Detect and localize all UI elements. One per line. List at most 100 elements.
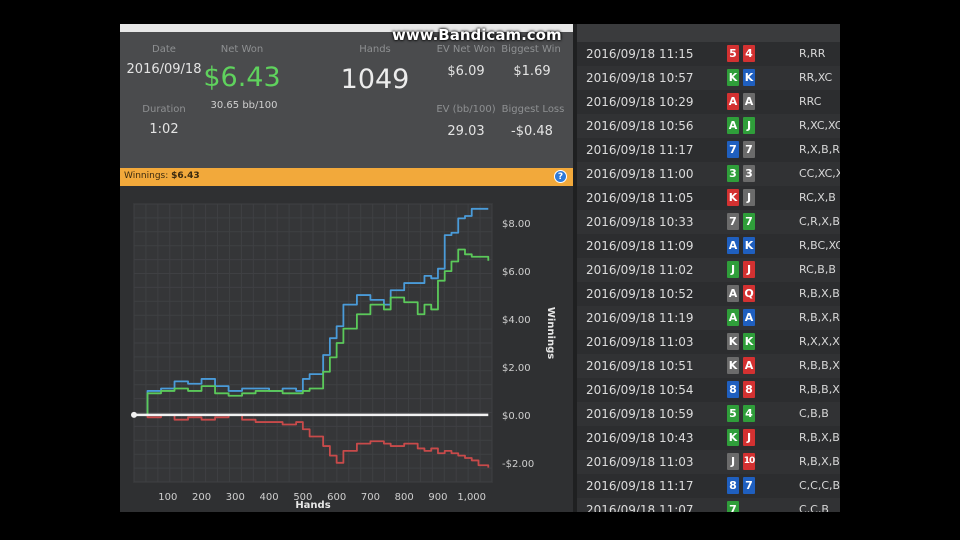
- net-won-label: Net Won: [220, 44, 264, 55]
- ev-net-won-label: EV Net Won: [436, 44, 496, 55]
- winnings-label-group: Winnings: $6.43: [124, 171, 200, 181]
- hand-date: 2016/09/18 11:00: [586, 167, 694, 181]
- hand-action: R,BC,XC: [799, 239, 840, 252]
- hand-row[interactable]: 2016/09/18 10:54 8 8 R,B,B,X: [577, 378, 840, 402]
- hand-date: 2016/09/18 10:59: [586, 407, 694, 421]
- hole-card-2: J: [743, 261, 755, 278]
- hand-date: 2016/09/18 11:07: [586, 503, 694, 512]
- hand-action: RC,B,B: [799, 263, 836, 276]
- winnings-graph-panel: 100 200 300 400 500 600 700 800 900 1,000 -$2.00 $0…: [120, 186, 573, 512]
- x-tick-label: 200: [192, 492, 211, 503]
- hole-card-2: A: [743, 93, 755, 110]
- hand-row[interactable]: 2016/09/18 10:57 K K RR,XC: [577, 66, 840, 90]
- hand-action: R,B,B,X: [799, 359, 840, 372]
- biggest-win-value: $1.69: [513, 64, 551, 79]
- hole-card-2: 3: [743, 165, 755, 182]
- bandicam-watermark: www.Bandicam.com: [392, 26, 562, 44]
- hole-card-2: Q: [743, 285, 755, 302]
- x-tick-label: 400: [260, 492, 279, 503]
- x-tick-label: 800: [395, 492, 414, 503]
- hand-action: R,B,X,B: [799, 287, 840, 300]
- date-label: Date: [152, 44, 176, 55]
- session-stats-panel: Date 2016/09/18 Duration 1:02 Net Won $6…: [120, 32, 573, 168]
- hand-row[interactable]: 2016/09/18 10:59 5 4 C,B,B: [577, 402, 840, 426]
- hand-action: C,B,B: [799, 407, 829, 420]
- origin-marker: [131, 411, 137, 418]
- hand-row[interactable]: 2016/09/18 10:51 K A R,B,B,X: [577, 354, 840, 378]
- hand-row[interactable]: 2016/09/18 10:52 A Q R,B,X,B: [577, 282, 840, 306]
- hole-card-2: 4: [743, 405, 755, 422]
- hands-label: Hands: [359, 44, 391, 55]
- hand-date: 2016/09/18 11:05: [586, 191, 694, 205]
- hand-date: 2016/09/18 11:03: [586, 455, 694, 469]
- hand-row[interactable]: 2016/09/18 11:17 8 7 C,C,C,B: [577, 474, 840, 498]
- biggest-loss-label: Biggest Loss: [501, 104, 565, 115]
- hand-date: 2016/09/18 10:51: [586, 359, 694, 373]
- y-tick-label: $0.00: [502, 411, 531, 422]
- hole-card-1: K: [727, 429, 739, 446]
- hole-card-1: K: [727, 333, 739, 350]
- hole-card-2: A: [743, 357, 755, 374]
- hand-date: 2016/09/18 10:56: [586, 119, 694, 133]
- hand-row[interactable]: 2016/09/18 10:33 7 7 C,R,X,B: [577, 210, 840, 234]
- hole-card-1: 5: [727, 405, 739, 422]
- hand-row[interactable]: 2016/09/18 10:56 A J R,XC,XC: [577, 114, 840, 138]
- hand-date: 2016/09/18 10:54: [586, 383, 694, 397]
- hand-action: R,X,X,X: [799, 335, 840, 348]
- hole-card-1: 5: [727, 45, 739, 62]
- hole-card-2: J: [743, 189, 755, 206]
- y-tick-label: $4.00: [502, 315, 531, 326]
- hands-list-header: [573, 24, 840, 42]
- hole-card-2: K: [743, 237, 755, 254]
- hand-row[interactable]: 2016/09/18 11:17 7 7 R,X,B,R: [577, 138, 840, 162]
- hole-card-1: 7: [727, 141, 739, 158]
- x-tick-label: 1,000: [457, 492, 486, 503]
- hole-card-1: 7: [727, 213, 739, 230]
- hand-row[interactable]: 2016/09/18 11:05 K J RC,X,B: [577, 186, 840, 210]
- hand-action: RR,XC: [799, 71, 833, 84]
- hand-row[interactable]: 2016/09/18 11:15 5 4 R,RR: [577, 42, 840, 66]
- hand-row[interactable]: 2016/09/18 11:07 7 C,C,B: [577, 498, 840, 512]
- hand-date: 2016/09/18 11:02: [586, 263, 694, 277]
- hole-card-2: 8: [743, 381, 755, 398]
- winnings-amount: $6.43: [171, 171, 200, 181]
- biggest-win-label: Biggest Win: [501, 44, 561, 55]
- net-won-value: $6.43: [203, 62, 281, 93]
- letterbox-right: [840, 0, 960, 540]
- hand-date: 2016/09/18 11:09: [586, 239, 694, 253]
- hand-action: C,C,C,B: [799, 479, 840, 492]
- hand-action: RRC: [799, 95, 822, 108]
- hand-date: 2016/09/18 10:29: [586, 95, 694, 109]
- hand-row[interactable]: 2016/09/18 11:03 J 10 R,B,X,B: [577, 450, 840, 474]
- hole-card-2: 7: [743, 141, 755, 158]
- hole-card-1: A: [727, 309, 739, 326]
- hand-date: 2016/09/18 11:17: [586, 479, 694, 493]
- y-axis-label: Winnings: [545, 307, 556, 359]
- session-report-window: Date 2016/09/18 Duration 1:02 Net Won $6…: [120, 24, 840, 512]
- x-tick-label: 300: [226, 492, 245, 503]
- hole-card-1: 8: [727, 477, 739, 494]
- info-icon[interactable]: ?: [554, 170, 567, 183]
- hole-card-1: J: [727, 261, 739, 278]
- hole-card-1: A: [727, 93, 739, 110]
- hand-action: R,RR: [799, 47, 826, 60]
- x-tick-label: 100: [158, 492, 177, 503]
- hand-row[interactable]: 2016/09/18 11:00 3 3 CC,XC,X: [577, 162, 840, 186]
- y-tick-label: $8.00: [502, 219, 531, 230]
- hand-row[interactable]: 2016/09/18 11:03 K K R,X,X,X: [577, 330, 840, 354]
- hands-list: 2016/09/18 11:15 5 4 R,RR 2016/09/18 10:57 K K…: [577, 42, 840, 512]
- hand-action: C,R,X,B: [799, 215, 840, 228]
- hole-card-2: K: [743, 69, 755, 86]
- hole-card-2: J: [743, 429, 755, 446]
- hand-row[interactable]: 2016/09/18 10:43 K J R,B,X,B: [577, 426, 840, 450]
- hand-row[interactable]: 2016/09/18 10:29 A A RRC: [577, 90, 840, 114]
- hole-card-1: K: [727, 189, 739, 206]
- hand-row[interactable]: 2016/09/18 11:02 J J RC,B,B: [577, 258, 840, 282]
- hole-card-2: J: [743, 117, 755, 134]
- y-tick-label: $2.00: [502, 363, 531, 374]
- hand-action: R,XC,XC: [799, 119, 840, 132]
- hand-row[interactable]: 2016/09/18 11:19 A A R,B,X,R: [577, 306, 840, 330]
- hand-row[interactable]: 2016/09/18 11:09 A K R,BC,XC: [577, 234, 840, 258]
- x-tick-label: 700: [361, 492, 380, 503]
- hand-date: 2016/09/18 10:43: [586, 431, 694, 445]
